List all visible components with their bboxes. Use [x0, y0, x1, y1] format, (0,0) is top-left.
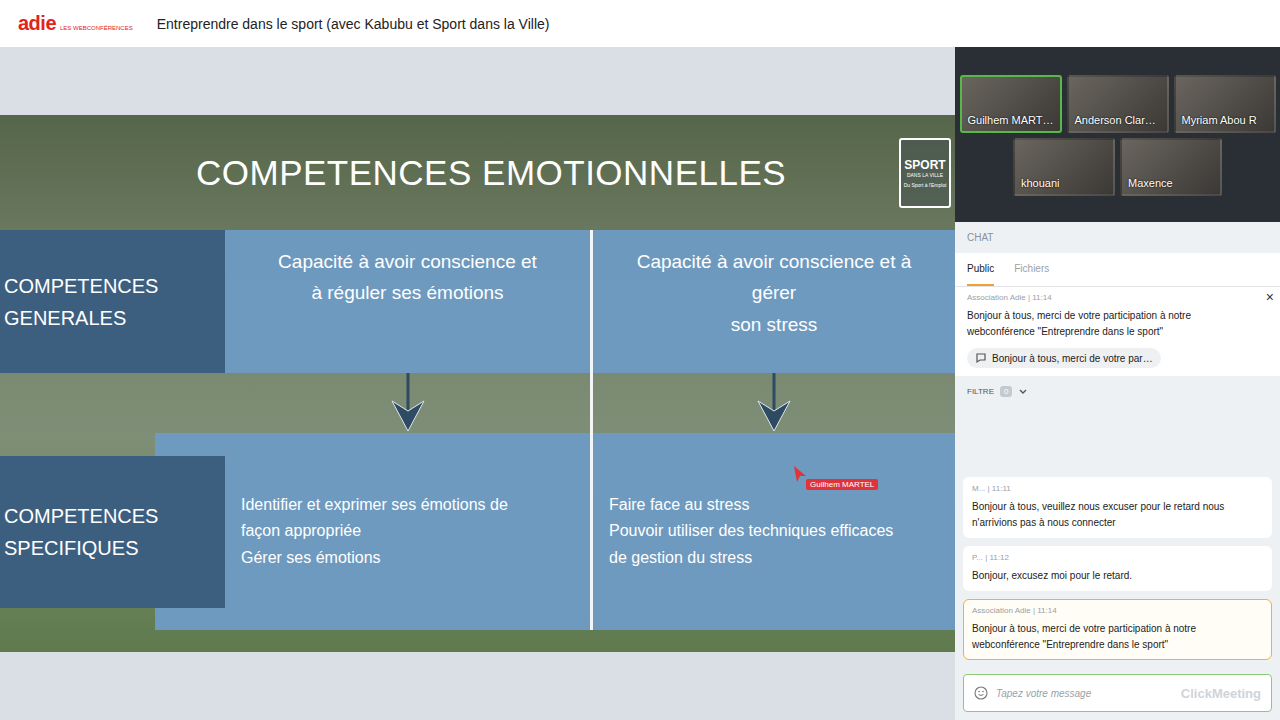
competence-row: COMPETENCES SPECIFIQUES Identifier et ex…: [0, 433, 955, 630]
competence-cell: Faire face au stressPouvoir utiliser des…: [590, 433, 955, 630]
chevron-down-icon: [1018, 387, 1028, 397]
speech-bubble-icon: [975, 352, 987, 364]
down-arrow-icon: [388, 373, 428, 433]
arrow-strip: [0, 373, 955, 433]
participant-video[interactable]: Myriam Abou R: [1174, 75, 1276, 133]
pinned-chip[interactable]: Bonjour à tous, merci de votre par…: [967, 348, 1161, 368]
sport-dans-la-ville-logo: SPORT DANS LA VILLE Du Sport à l'Emploi: [899, 138, 951, 208]
competence-cell: Capacité à avoir conscience età réguler …: [225, 230, 590, 373]
pinned-message: Association Adie | 11:14 Bonjour à tous,…: [955, 287, 1280, 376]
row-label: COMPETENCES SPECIFIQUES: [0, 456, 225, 608]
chat-tabs: Public Fichiers: [955, 253, 1280, 287]
presentation-stage: COMPETENCES EMOTIONNELLES SPORT DANS LA …: [0, 47, 955, 720]
close-button[interactable]: ×: [1266, 289, 1274, 305]
participant-video[interactable]: Maxence: [1120, 138, 1222, 196]
competence-cell: Capacité à avoir conscience et àgérerson…: [590, 230, 955, 373]
competence-row: COMPETENCES GENERALES Capacité à avoir c…: [0, 230, 955, 373]
chat-messages: M... | 11:11 Bonjour à tous, veuillez no…: [955, 407, 1280, 670]
down-arrow-icon: [754, 373, 794, 433]
chat-tab[interactable]: Public: [967, 253, 994, 286]
chat-message: P... | 11:12 Bonjour, excusez moi pour l…: [963, 546, 1272, 591]
chat-header: CHAT: [955, 222, 1280, 253]
chat-message: Association Adie | 11:14 Bonjour à tous,…: [963, 599, 1272, 660]
webinar-title: Entreprendre dans le sport (avec Kabubu …: [157, 16, 550, 32]
cursor-icon: [793, 465, 807, 483]
chat-tab[interactable]: Fichiers: [1014, 253, 1049, 286]
participant-video[interactable]: Anderson Clar…: [1067, 75, 1169, 133]
sidebar: Guilhem MART…Anderson Clar…Myriam Abou R…: [955, 47, 1280, 720]
adie-logo[interactable]: adie LES WEBCONFÉRENCES: [18, 12, 133, 35]
participant-video[interactable]: Guilhem MART…: [960, 75, 1062, 133]
chat-message: M... | 11:11 Bonjour à tous, veuillez no…: [963, 477, 1272, 538]
participant-videos: Guilhem MART…Anderson Clar…Myriam Abou R…: [955, 47, 1280, 222]
clickmeeting-watermark: ClickMeeting: [1181, 686, 1261, 701]
competence-cell: Identifier et exprimer ses émotions defa…: [225, 433, 590, 630]
message-input[interactable]: Tapez votre message ClickMeeting: [963, 674, 1272, 712]
top-bar: adie LES WEBCONFÉRENCES Entreprendre dan…: [0, 0, 1280, 47]
emoji-icon: [974, 686, 988, 700]
chat-filter[interactable]: FILTRE 0: [955, 376, 1280, 407]
participant-video[interactable]: khouani: [1013, 138, 1115, 196]
slide: COMPETENCES EMOTIONNELLES SPORT DANS LA …: [0, 115, 955, 652]
chat-panel: CHAT Public Fichiers Association Adie | 1…: [955, 222, 1280, 720]
presenter-pointer: Guilhem MARTEL: [793, 465, 807, 487]
webconference-app: adie LES WEBCONFÉRENCES Entreprendre dan…: [0, 0, 1280, 720]
row-label: COMPETENCES GENERALES: [0, 230, 225, 373]
slide-title: COMPETENCES EMOTIONNELLES: [196, 153, 786, 193]
